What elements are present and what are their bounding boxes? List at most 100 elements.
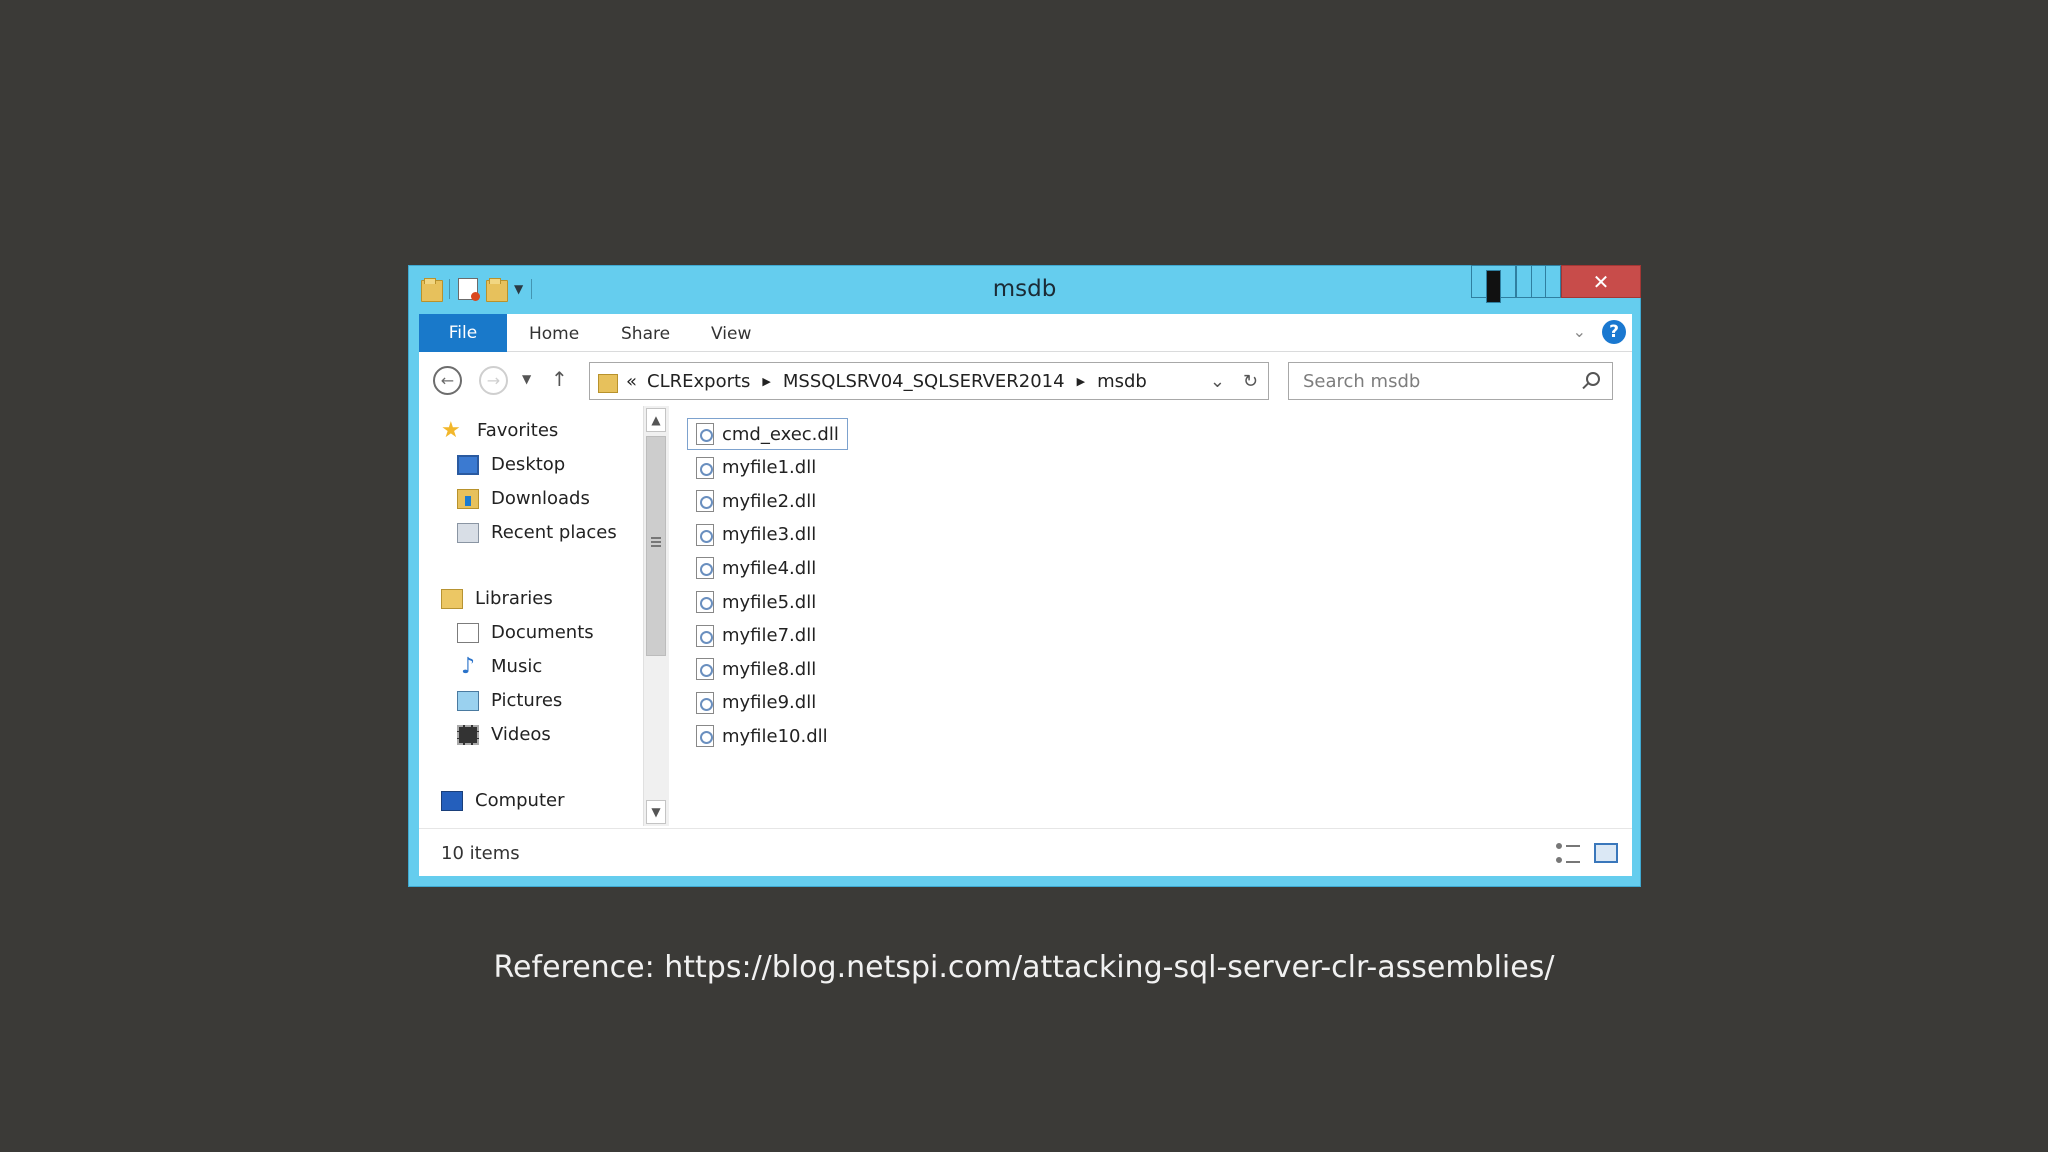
refresh-icon[interactable]: ↻ <box>1243 371 1258 392</box>
file-name: myfile4.dll <box>722 557 817 579</box>
address-actions: ⌄ ↻ <box>1210 371 1258 392</box>
file-item[interactable]: cmd_exec.dll <box>687 418 848 450</box>
chevron-down-icon: ▼ <box>651 805 661 819</box>
star-icon: ★ <box>441 417 461 443</box>
breadcrumb-separator-icon[interactable]: ▶ <box>1077 375 1085 388</box>
search-input[interactable] <box>1303 370 1573 392</box>
ribbon: File Home Share View ⌄ ? <box>419 314 1632 352</box>
close-icon: ✕ <box>1592 269 1610 294</box>
chevron-up-icon: ▲ <box>651 413 661 427</box>
breadcrumb-separator-icon[interactable]: ▶ <box>762 375 770 388</box>
file-item[interactable]: myfile5.dll <box>687 586 825 618</box>
dll-file-icon <box>696 523 714 546</box>
dll-file-icon <box>696 490 714 513</box>
minimize-icon <box>1486 270 1501 303</box>
close-button[interactable]: ✕ <box>1561 265 1641 298</box>
libraries-icon <box>441 588 463 609</box>
details-view-icon[interactable] <box>1556 843 1580 863</box>
large-icons-view-icon[interactable] <box>1594 843 1618 863</box>
nav-scrollbar[interactable]: ▲ ▼ <box>643 406 669 826</box>
scroll-down-button[interactable]: ▼ <box>646 800 666 824</box>
search-box[interactable] <box>1288 362 1613 400</box>
tab-view[interactable]: View <box>711 324 751 344</box>
navigation-pane: ★ Favorites Desktop Downloads Recent pla… <box>419 406 643 826</box>
file-name: myfile8.dll <box>722 658 817 680</box>
dll-file-icon <box>696 624 714 647</box>
scroll-thumb[interactable] <box>646 436 666 656</box>
grip-icon <box>651 537 661 547</box>
file-name: myfile2.dll <box>722 490 817 512</box>
nav-item-label: Pictures <box>491 690 563 711</box>
maximize-button[interactable] <box>1516 265 1561 298</box>
scroll-up-button[interactable]: ▲ <box>646 408 666 432</box>
help-icon[interactable]: ? <box>1602 320 1626 344</box>
file-item[interactable]: myfile9.dll <box>687 687 825 719</box>
back-arrow-icon: ← <box>440 371 455 390</box>
nav-item-label: Music <box>491 656 543 677</box>
file-name: cmd_exec.dll <box>722 423 839 445</box>
title-bar: ▼ msdb ✕ <box>409 265 1641 314</box>
address-overflow[interactable]: « <box>626 371 637 392</box>
file-name: myfile5.dll <box>722 591 817 613</box>
breadcrumb-clrexports[interactable]: CLRExports <box>647 371 750 392</box>
file-name: myfile10.dll <box>722 725 828 747</box>
file-item[interactable]: myfile10.dll <box>687 720 837 752</box>
folder-icon <box>598 371 618 393</box>
item-count: 10 items <box>441 843 520 864</box>
dll-file-icon <box>696 557 714 580</box>
nav-computer[interactable]: Computer <box>441 790 564 811</box>
file-item[interactable]: myfile7.dll <box>687 620 825 652</box>
nav-item-pictures[interactable]: Pictures <box>457 690 562 711</box>
tab-share[interactable]: Share <box>621 324 670 344</box>
music-icon: ♪ <box>460 653 476 679</box>
search-icon[interactable] <box>1586 372 1600 386</box>
breadcrumb-mssqlsrv04[interactable]: MSSQLSRV04_SQLSERVER2014 <box>783 371 1065 392</box>
file-name: myfile7.dll <box>722 625 817 647</box>
reference-caption: Reference: https://blog.netspi.com/attac… <box>493 950 1555 985</box>
documents-icon <box>457 622 479 643</box>
nav-item-documents[interactable]: Documents <box>457 622 594 643</box>
nav-item-recent-places[interactable]: Recent places <box>457 522 617 543</box>
file-item[interactable]: myfile8.dll <box>687 653 825 685</box>
address-dropdown-icon[interactable]: ⌄ <box>1210 371 1225 392</box>
downloads-icon <box>457 488 479 509</box>
navigation-bar: ← → ▼ ↑ « CLRExports ▶ MSSQLSRV04_SQLSER… <box>419 352 1632 406</box>
explorer-window: ▼ msdb ✕ File Home Share View ⌄ ? ← → ▼ … <box>408 265 1641 887</box>
nav-favorites-label: Favorites <box>477 420 559 441</box>
tab-home[interactable]: Home <box>529 324 579 344</box>
file-item[interactable]: myfile3.dll <box>687 519 825 551</box>
file-name: myfile9.dll <box>722 692 817 714</box>
nav-libraries-label: Libraries <box>475 588 553 609</box>
tab-file[interactable]: File <box>419 314 507 352</box>
nav-item-videos[interactable]: Videos <box>457 724 551 745</box>
up-arrow-icon[interactable]: ↑ <box>551 367 568 391</box>
nav-computer-label: Computer <box>475 790 565 811</box>
nav-item-music[interactable]: ♪ Music <box>457 653 543 679</box>
nav-libraries[interactable]: Libraries <box>441 588 553 609</box>
computer-icon <box>441 790 463 811</box>
recent-locations-icon[interactable]: ▼ <box>522 372 531 386</box>
expand-ribbon-icon[interactable]: ⌄ <box>1573 322 1586 341</box>
breadcrumb-msdb[interactable]: msdb <box>1097 371 1147 392</box>
minimize-button[interactable] <box>1471 265 1516 303</box>
videos-icon <box>457 724 479 745</box>
nav-item-downloads[interactable]: Downloads <box>457 488 590 509</box>
back-button[interactable]: ← <box>433 366 462 395</box>
forward-button[interactable]: → <box>479 366 508 395</box>
file-item[interactable]: myfile1.dll <box>687 452 825 484</box>
nav-favorites[interactable]: ★ Favorites <box>441 417 559 443</box>
file-list: cmd_exec.dll myfile1.dll myfile2.dll myfile… <box>687 406 1587 826</box>
nav-item-desktop[interactable]: Desktop <box>457 454 565 475</box>
dll-file-icon <box>696 456 714 479</box>
dll-file-icon <box>696 591 714 613</box>
dll-file-icon <box>696 691 714 714</box>
address-bar[interactable]: « CLRExports ▶ MSSQLSRV04_SQLSERVER2014 … <box>589 362 1269 400</box>
pictures-icon <box>457 690 479 711</box>
file-name: myfile1.dll <box>722 457 817 479</box>
desktop-icon <box>457 454 479 475</box>
nav-item-label: Documents <box>491 622 594 643</box>
file-item[interactable]: myfile4.dll <box>687 552 825 584</box>
dll-file-icon <box>696 423 714 445</box>
nav-item-label: Videos <box>491 724 551 745</box>
file-item[interactable]: myfile2.dll <box>687 485 825 517</box>
